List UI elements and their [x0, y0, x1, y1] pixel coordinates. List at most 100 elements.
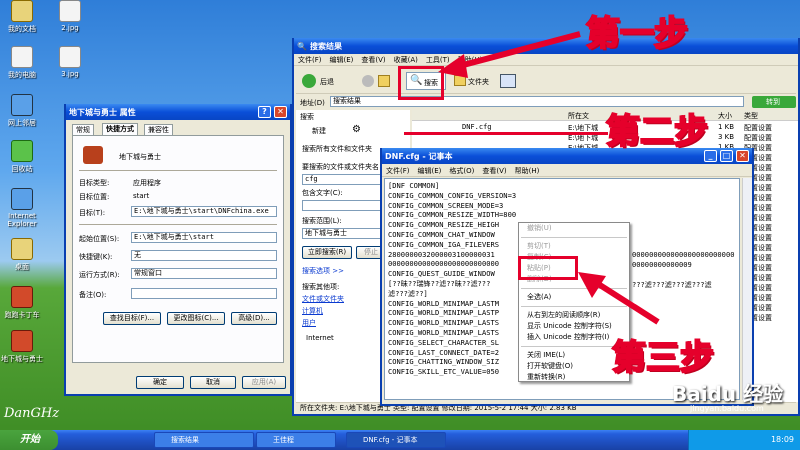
ok-button[interactable]: 确定 [136, 376, 184, 389]
close-button[interactable]: ✕ [736, 150, 749, 162]
image-file-icon [59, 0, 81, 22]
text-fragment: 000000000000000000000000 [632, 250, 735, 259]
np-menu-edit[interactable]: 编辑(E) [418, 166, 442, 176]
menu-separator [521, 237, 627, 238]
np-menu-view[interactable]: 查看(V) [482, 166, 506, 176]
text-line: [DNF COMMON] [388, 181, 440, 190]
watermark-url: jingyan.baidu.com [690, 404, 764, 413]
cancel-button[interactable]: 取消 [190, 376, 236, 389]
menu-edit[interactable]: 编辑(E) [330, 55, 354, 65]
back-button[interactable]: 后退 [320, 77, 334, 87]
desktop-icon-recycle-bin[interactable]: 回收站 [0, 140, 44, 174]
text-line: CONFIG_COMMON_SCREEN_MODE=3 [388, 200, 504, 210]
comment-field[interactable] [131, 288, 277, 299]
search-pane-title: 搜索 [300, 113, 314, 121]
other-users-link[interactable]: 用户 [302, 318, 316, 328]
np-menu-format[interactable]: 格式(O) [449, 166, 474, 176]
other-computers-link[interactable]: 计算机 [302, 306, 323, 316]
computer-icon [11, 46, 33, 68]
tab-shortcut[interactable]: 快捷方式 [102, 123, 138, 135]
menu-favorites[interactable]: 收藏(A) [394, 55, 418, 65]
game-icon [11, 286, 33, 308]
menu-file[interactable]: 文件(F) [298, 55, 322, 65]
search-options-link[interactable]: 搜索选项 >> [302, 266, 344, 276]
properties-titlebar[interactable]: 地下城与勇士 属性 ? ✕ [66, 104, 290, 120]
apply-button[interactable]: 应用(A) [242, 376, 286, 389]
col-type[interactable]: 类型 [744, 111, 758, 121]
arrow-step1-icon [438, 31, 581, 78]
binoculars-icon[interactable]: ⚙ [352, 124, 361, 135]
address-bar: 地址(D) 搜索结果 转到 [296, 95, 796, 109]
notepad-menubar: 文件(F) 编辑(E) 格式(O) 查看(V) 帮助(H) [382, 165, 752, 177]
app-icon [83, 146, 103, 164]
folder-icon [11, 238, 33, 260]
maximize-button[interactable]: □ [720, 150, 733, 162]
divider [79, 224, 277, 225]
shortcut-name: 地下城与勇士 [119, 153, 161, 161]
text-line: CONFIG_COMMON_RESIZE_WIDTH=800 [388, 210, 517, 220]
folder-icon [11, 0, 33, 22]
results-header: 所在文 大小 类型 [412, 110, 798, 121]
change-icon-button[interactable]: 更改图标(C)... [167, 312, 225, 325]
new-search-button[interactable]: 新建 [312, 126, 326, 136]
menu-view[interactable]: 查看(V) [361, 55, 385, 65]
col-folder[interactable]: 所在文 [568, 111, 589, 121]
search-all-link[interactable]: 搜索所有文件和文件夹 [302, 144, 372, 154]
desktop-icon-3jpg[interactable]: 3.jpg [48, 46, 92, 78]
start-button[interactable]: 开始 [0, 430, 58, 450]
step1-label: 第一步 [585, 13, 689, 55]
run-select[interactable]: 常规窗口 [131, 268, 277, 279]
properties-dialog: 地下城与勇士 属性 ? ✕ 常规 快捷方式 兼容性 地下城与勇士 目标类型: 应… [64, 104, 292, 396]
row-type: 配置设置 [744, 124, 772, 132]
search-now-button[interactable]: 立即搜索(R) [302, 246, 352, 259]
shortcut-key-field[interactable]: 无 [131, 250, 277, 261]
advanced-button[interactable]: 高级(D)... [231, 312, 277, 325]
desktop-icon-2jpg[interactable]: 2.jpg [48, 0, 92, 32]
np-menu-file[interactable]: 文件(F) [386, 166, 410, 176]
find-target-button[interactable]: 查找目标(F)... [103, 312, 161, 325]
other-internet-link[interactable]: Internet [306, 334, 334, 342]
desktop-icon-dnf[interactable]: 地下城与勇士 [0, 330, 44, 364]
desktop-icon-my-computer[interactable]: 我的电脑 [0, 46, 44, 80]
task-user[interactable]: 王佳程 [256, 432, 336, 448]
task-notepad[interactable]: DNF.cfg - 记事本 [346, 432, 446, 448]
taskbar: 开始 搜索结果 王佳程 DNF.cfg - 记事本 18:09 [0, 430, 800, 450]
up-folder-icon[interactable] [378, 75, 390, 87]
context-menu-item[interactable]: 剪切(T) [519, 241, 629, 252]
other-files-link[interactable]: 文件或文件夹 [302, 294, 344, 304]
search-window-icon: 🔍 [297, 41, 307, 51]
start-in-field[interactable]: E:\地下城与勇士\start [131, 232, 277, 243]
signature: DanGHz [4, 406, 60, 421]
highlight-select-all [518, 256, 578, 280]
help-button[interactable]: ? [258, 106, 271, 118]
recycle-bin-icon [11, 140, 33, 162]
baidu-watermark: Baidu 经验 [672, 382, 784, 406]
close-button[interactable]: ✕ [274, 106, 287, 118]
forward-arrow-icon[interactable] [362, 75, 374, 87]
task-search-results[interactable]: 搜索结果 [154, 432, 254, 448]
col-size[interactable]: 大小 [718, 111, 732, 121]
desktop-icon-network[interactable]: 网上邻居 [0, 94, 44, 128]
np-menu-help[interactable]: 帮助(H) [515, 166, 540, 176]
desktop-icon-my-documents[interactable]: 我的文档 [0, 0, 44, 34]
tab-general[interactable]: 常规 [72, 124, 94, 135]
go-button[interactable]: 转到 [752, 96, 796, 108]
tab-compatibility[interactable]: 兼容性 [144, 124, 173, 135]
context-menu-item[interactable]: 撤销(U) [519, 223, 629, 234]
arrow-step3-icon [578, 272, 660, 325]
desktop-icon-desktop[interactable]: 桌面 [0, 238, 44, 272]
shortcut-panel: 地下城与勇士 目标类型: 应用程序 目标位置: start 目标(T): E:\… [72, 135, 284, 363]
image-file-icon [59, 46, 81, 68]
scrollbar[interactable] [742, 178, 752, 400]
row-size: 3 KB [718, 133, 735, 141]
row-size: 1 KB [718, 123, 735, 131]
text-line: CONFIG_COMMON_CONFIG_VERSION=3 [388, 190, 517, 200]
desktop-icon-internet-explorer[interactable]: Internet Explorer [0, 188, 44, 228]
back-arrow-icon[interactable] [302, 74, 316, 88]
clock[interactable]: 18:09 [771, 435, 794, 444]
desktop-icon-kartrider[interactable]: 跑跑卡丁车 [0, 286, 44, 320]
system-tray: 18:09 [688, 430, 800, 450]
network-icon [11, 94, 33, 116]
target-field[interactable]: E:\地下城与勇士\start\DNFchina.exe [131, 206, 277, 217]
divider [79, 170, 277, 171]
